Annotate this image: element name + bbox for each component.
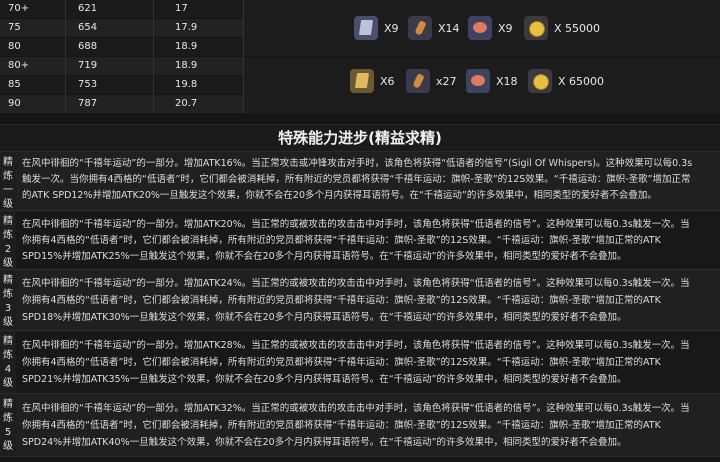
material-item: X 55000 — [524, 16, 600, 40]
refinement-text: 在风中徘徊的“千禧年运动”的一部分。增加ATK28%。当正常的或被攻击的攻击击中… — [22, 331, 714, 393]
refinement-row: 精炼3级 在风中徘徊的“千禧年运动”的一部分。增加ATK24%。当正常的或被攻击… — [0, 270, 720, 331]
text-line: 你拥有4西格的“低语者”时，它们都会被消耗掉，所有附近的党员都将获得“千禧年运动… — [22, 295, 661, 306]
text-line: 你拥有4西格的“低语者”时，它们都会被消耗掉，所有附近的党员都将获得“千禧年运动… — [22, 235, 661, 246]
table-row: 80 688 18.9 — [0, 38, 243, 56]
text-line: 在风中徘徊的“千禧年运动”的一部分。增加ATK28%。当正常的或被攻击的攻击击中… — [22, 340, 690, 351]
text-line: 在风中徘徊的“千禧年运动”的一部分。增加ATK32%。当正常的或被攻击的攻击击中… — [22, 403, 690, 414]
material-qty: X 65000 — [558, 74, 605, 88]
refinement-text: 在风中徘徊的“千禧年运动”的一部分。增加ATK20%。当正常的或被攻击的攻击击中… — [22, 211, 714, 269]
text-line: SPD24%并增加ATK40%一旦触发这个效果，你就不会在20多个月内获得耳语符… — [22, 437, 627, 448]
substat-cell: 19.8 — [175, 79, 198, 90]
coin-icon — [524, 16, 548, 40]
materials-cell: X6 x27 X18 X 65000 — [244, 57, 720, 113]
text-line: SPD21%并增加ATK35%一旦触发这个效果，你就不会在20多个月内获得耳语符… — [22, 374, 627, 385]
refinement-text: 在风中徘徊的“千禧年运动”的一部分。增加ATK16%。当正常攻击或冲锋攻击对手时… — [22, 152, 714, 210]
stats-table: 70+ 621 17 75 654 17.9 80 688 18.9 80+ 7… — [0, 0, 720, 113]
table-row: 90 787 20.7 — [0, 95, 243, 113]
material-item: X9 — [468, 16, 513, 40]
column-divider — [65, 0, 66, 113]
table-row: 70+ 621 17 — [0, 0, 243, 18]
level-cell: 70+ — [8, 3, 30, 14]
refinement-row: 精炼4级 在风中徘徊的“千禧年运动”的一部分。增加ATK28%。当正常的或被攻击… — [0, 331, 720, 394]
level-cell: 80+ — [8, 60, 30, 71]
material-item: X18 — [466, 69, 518, 93]
golden-book-icon — [350, 69, 374, 93]
atk-cell: 654 — [78, 22, 98, 33]
text-line: 你拥有4西格的“低语者”时，它们都会被消耗掉，所有附近的党员都将获得“千禧年运动… — [22, 420, 661, 431]
section-title: 特殊能力进步(精益求精) — [0, 124, 720, 152]
atk-cell: 688 — [78, 41, 98, 52]
atk-cell: 787 — [78, 98, 98, 109]
text-line: 在风中徘徊的“千禧年运动”的一部分。增加ATK20%。当正常的或被攻击的攻击击中… — [22, 219, 690, 230]
substat-cell: 17 — [175, 3, 188, 14]
table-row: 85 753 19.8 — [0, 76, 243, 94]
refinement-row: 精炼5级 在风中徘徊的“千禧年运动”的一部分。增加ATK32%。当正常的或被攻击… — [0, 394, 720, 457]
text-line: 你拥有4西格的“低语者”时，它们都会被消耗掉，所有附近的党员都将获得“千禧年运动… — [22, 357, 661, 368]
coin-icon — [528, 69, 552, 93]
materials-cell: X9 X14 X9 X 55000 — [244, 0, 720, 56]
substat-cell: 20.7 — [175, 98, 198, 109]
refinement-tag: 精炼一级 — [0, 152, 16, 210]
atk-cell: 719 — [78, 60, 98, 71]
refinement-tag: 精炼2级 — [0, 211, 16, 269]
text-line: 在风中徘徊的“千禧年运动”的一部分。增加ATK24%。当正常的或被攻击的攻击击中… — [22, 278, 690, 289]
material-qty: X9 — [384, 21, 399, 35]
bottle-icon — [408, 16, 432, 40]
material-item: X6 — [350, 69, 395, 93]
substat-cell: 18.9 — [175, 41, 198, 52]
material-qty: X6 — [380, 74, 395, 88]
bottle-icon — [406, 69, 430, 93]
refinement-tag: 精炼5级 — [0, 394, 16, 456]
atk-cell: 753 — [78, 79, 98, 90]
book-icon — [354, 16, 378, 40]
mask-icon — [466, 69, 490, 93]
level-cell: 90 — [8, 98, 21, 109]
material-item: X 65000 — [528, 69, 604, 93]
refinement-text: 在风中徘徊的“千禧年运动”的一部分。增加ATK32%。当正常的或被攻击的攻击击中… — [22, 394, 714, 456]
refinement-tag: 精炼4级 — [0, 331, 16, 393]
material-item: X14 — [408, 16, 460, 40]
table-row: 80+ 719 18.9 — [0, 57, 243, 75]
material-qty: X14 — [438, 21, 460, 35]
material-qty: x27 — [436, 74, 457, 88]
text-line: 的ATK SPD12%并增加ATK20%一旦触发这个效果，你就不会在20多个月内… — [22, 190, 657, 201]
refinement-row: 精炼2级 在风中徘徊的“千禧年运动”的一部分。增加ATK20%。当正常的或被攻击… — [0, 211, 720, 270]
weapon-page: 70+ 621 17 75 654 17.9 80 688 18.9 80+ 7… — [0, 0, 720, 462]
text-line: SPD15%并增加ATK25%一旦触发这个效果，你就不会在20多个月内获得耳语符… — [22, 251, 627, 262]
material-item: X9 — [354, 16, 399, 40]
substat-cell: 17.9 — [175, 22, 198, 33]
text-line: SPD18%并增加ATK30%一旦触发这个效果，你就不会在20多个月内获得耳语符… — [22, 312, 627, 323]
text-line: 在风中徘徊的“千禧年运动”的一部分。增加ATK16%。当正常攻击或冲锋攻击对手时… — [22, 158, 693, 169]
level-cell: 85 — [8, 79, 21, 90]
level-cell: 75 — [8, 22, 21, 33]
substat-cell: 18.9 — [175, 60, 198, 71]
refinement-text: 在风中徘徊的“千禧年运动”的一部分。增加ATK24%。当正常的或被攻击的攻击击中… — [22, 270, 714, 330]
level-cell: 80 — [8, 41, 21, 52]
material-qty: X9 — [498, 21, 513, 35]
material-qty: X 55000 — [554, 21, 601, 35]
atk-cell: 621 — [78, 3, 98, 14]
mask-icon — [468, 16, 492, 40]
material-item: x27 — [406, 69, 457, 93]
refinement-tag: 精炼3级 — [0, 270, 16, 330]
refinement-row: 精炼一级 在风中徘徊的“千禧年运动”的一部分。增加ATK16%。当正常攻击或冲锋… — [0, 152, 720, 211]
table-row: 75 654 17.9 — [0, 19, 243, 37]
column-divider — [153, 0, 154, 113]
material-qty: X18 — [496, 74, 518, 88]
text-line: 触发一次。当你拥有4西格的“低语者”时，它们都会被消耗掉，所有附近的党员都将获得… — [22, 174, 691, 185]
